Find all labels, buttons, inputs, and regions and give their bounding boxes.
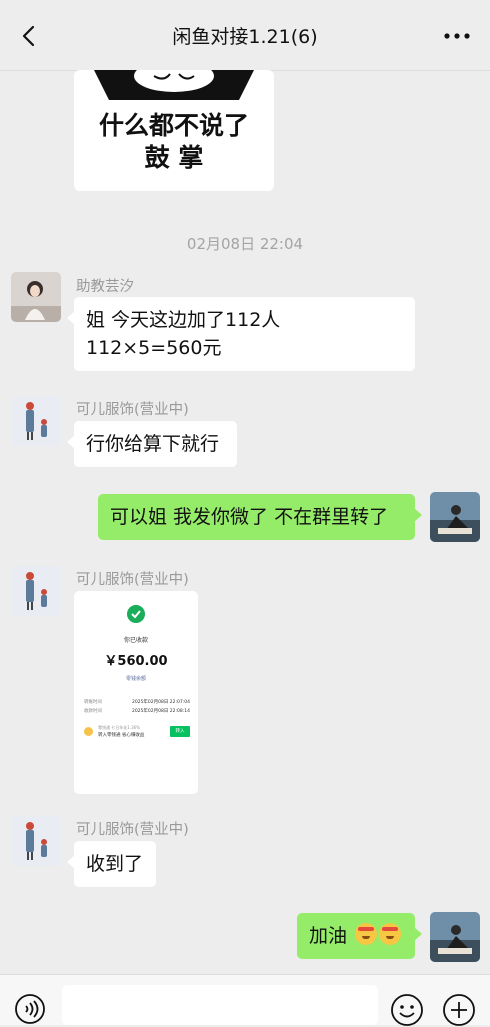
chat-bubble[interactable]: 姐 今天这边加了112人 112×5=560元	[67, 297, 415, 371]
avatar[interactable]	[11, 566, 61, 616]
message-input[interactable]	[62, 985, 378, 1025]
promo-button: 转入	[170, 726, 190, 737]
payment-screenshot-image[interactable]: 你已收款 ￥560.00 零钱余额 转账时间 2025年02月08日 22:07…	[74, 591, 198, 794]
chat-bubble[interactable]: 收到了	[67, 841, 156, 887]
sticker-face-image	[94, 70, 254, 100]
avatar[interactable]	[11, 272, 61, 322]
message-timestamp: 02月08日 22:04	[186, 235, 304, 253]
emoji-icon[interactable]	[390, 993, 424, 1027]
avatar-illustration	[11, 396, 61, 446]
plus-circle-icon[interactable]	[442, 993, 476, 1027]
chat-title: 闲鱼对接1.21(6)	[172, 26, 318, 48]
avatar[interactable]	[11, 396, 61, 446]
payment-amount: ￥560.00	[104, 654, 168, 669]
avatar-illustration	[11, 816, 61, 866]
check-icon	[127, 605, 145, 623]
chat-bubble-outgoing[interactable]: 可以姐 我发你微了 不在群里转了	[98, 494, 422, 540]
chat-header: 闲鱼对接1.21(6)	[0, 0, 490, 71]
promo-banner: 零钱通 七日年化1.36% 转入零钱通 省心赚收益 转入	[84, 725, 190, 741]
sticker-caption: 什么都不说了 鼓 掌	[98, 111, 249, 172]
avatar-photo	[11, 272, 61, 322]
avatar-illustration	[11, 566, 61, 616]
my-avatar[interactable]	[430, 492, 480, 542]
avatar-photo	[430, 492, 480, 542]
payment-row: 转账时间 2025年02月08日 22:07:04	[84, 700, 190, 705]
avatar[interactable]	[11, 816, 61, 866]
voice-icon[interactable]	[14, 993, 46, 1025]
input-bar	[0, 974, 490, 1027]
more-dots-icon[interactable]	[442, 28, 472, 44]
chat-bubble-outgoing[interactable]: 加油	[297, 913, 422, 959]
avatar-photo	[430, 912, 480, 962]
payment-row: 收款时间 2025年02月08日 22:08:14	[84, 709, 190, 714]
payment-status: 你已收款	[123, 637, 148, 644]
sender-name: 可儿服饰(营业中)	[76, 402, 189, 418]
coin-icon	[84, 727, 93, 736]
chevron-left-icon[interactable]	[18, 24, 42, 48]
chat-bubble[interactable]: 行你给算下就行	[67, 421, 237, 467]
sender-name: 可儿服饰(营业中)	[76, 822, 189, 838]
sender-name: 可儿服饰(营业中)	[76, 572, 189, 588]
cheer-emoji-icon	[355, 923, 378, 945]
sender-name: 助教芸汐	[76, 279, 134, 295]
cheer-emoji-icon	[379, 923, 402, 945]
sticker-message[interactable]: 什么都不说了 鼓 掌	[74, 70, 274, 191]
payment-balance-link: 零钱余额	[125, 676, 146, 682]
my-avatar[interactable]	[430, 912, 480, 962]
